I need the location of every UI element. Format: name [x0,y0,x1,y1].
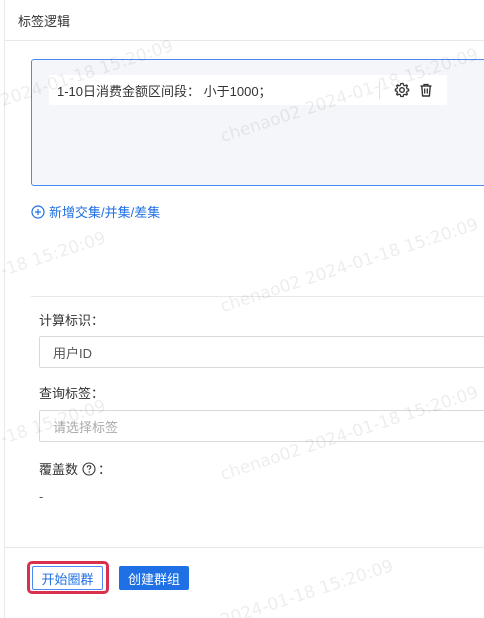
query-tag-label: 查询标签： [39,386,105,401]
divider [5,40,484,41]
coverage-label-text: 覆盖数 [39,462,79,477]
question-circle-icon[interactable] [82,461,96,476]
watermark: -18 15:20:09 [0,228,109,282]
calc-id-value: 用户ID [53,345,93,361]
plus-circle-icon [31,204,45,219]
tag-logic-box[interactable]: 1-10日消费金额区间段： 小于1000； [31,59,484,186]
coverage-value: - [39,489,44,504]
rule-text: 1-10日消费金额区间段： 小于1000； [57,83,272,99]
create-group-button[interactable]: 创建群组 [119,566,189,590]
section-title: 标签逻辑 [18,14,71,29]
watermark: chenao02 2024-01-18 15:20:09 [218,214,481,318]
rule-row: 1-10日消费金额区间段： 小于1000； [49,75,447,105]
coverage-label: 覆盖数 ： [39,459,111,478]
panel: 标签逻辑 1-10日消费金额区间段： 小于1000； 新增交集/并集/差集 计算… [0,0,484,618]
left-border [4,0,5,618]
trash-icon[interactable] [418,82,434,98]
divider [5,547,484,548]
query-tag-placeholder: 请选择标签 [53,419,119,435]
add-set-operation-link[interactable]: 新增交集/并集/差集 [31,202,160,221]
divider [31,296,484,297]
start-segment-button[interactable]: 开始圈群 [32,566,103,590]
calc-id-label: 计算标识： [39,313,105,328]
watermark: 2024-01-18 15:20:09 [218,556,396,618]
rule-separator [379,81,380,99]
gear-icon[interactable] [394,82,410,98]
query-tag-select[interactable]: 请选择标签 [39,410,484,442]
coverage-colon: ： [98,462,112,477]
add-link-label: 新增交集/并集/差集 [49,205,161,220]
calc-id-select[interactable]: 用户ID [39,336,484,368]
